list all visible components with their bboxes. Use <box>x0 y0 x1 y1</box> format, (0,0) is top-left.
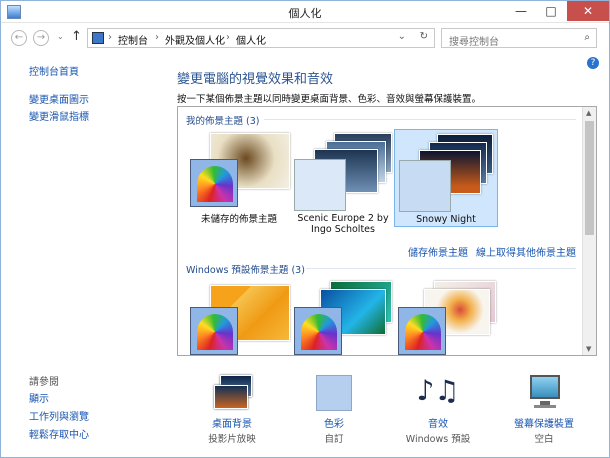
color-label: 色彩 <box>324 419 344 430</box>
color-value: 自訂 <box>324 434 344 445</box>
color-icon <box>312 373 356 413</box>
theme-list-scrollbar[interactable]: ▲ ▼ <box>582 107 596 355</box>
forward-button[interactable]: → <box>33 30 49 46</box>
title-bar: 個人化 — □ ✕ <box>1 1 609 23</box>
search-icon[interactable]: ⌕ <box>584 32 590 43</box>
page-title: 變更電腦的視覺效果和音效 <box>177 72 334 87</box>
color-swatch-icon <box>399 160 451 212</box>
theme-lines-and-colors[interactable] <box>290 279 396 355</box>
address-row: ← → ⌄ ↑ › 控制台 › 外觀及個人化 › 個人化 ⌄ ↻ 搜尋控制台 ⌕ <box>1 23 609 53</box>
color-swatch-icon <box>190 307 238 355</box>
get-more-themes-link[interactable]: 線上取得其他佈景主題 <box>476 244 576 259</box>
my-themes-header: 我的佈景主題 (3) <box>186 116 260 127</box>
sounds-label: 音效 <box>428 419 448 430</box>
search-input[interactable]: 搜尋控制台 <box>449 33 499 48</box>
refresh-icon[interactable]: ↻ <box>420 31 428 42</box>
scroll-up-icon[interactable]: ▲ <box>586 109 591 117</box>
sidebar-item-mouse-pointers[interactable]: 變更滑鼠指標 <box>29 108 89 123</box>
sidebar-home-link[interactable]: 控制台首頁 <box>29 63 79 78</box>
screen-saver-label: 螢幕保護裝置 <box>514 419 574 430</box>
breadcrumb-separator: › <box>155 32 159 43</box>
scroll-down-icon[interactable]: ▼ <box>586 345 591 353</box>
address-bar[interactable]: › 控制台 › 外觀及個人化 › 個人化 ⌄ ↻ <box>87 28 435 48</box>
color-swatch-icon <box>294 159 346 211</box>
customization-bar: 桌面背景 投影片放映 色彩 自訂 ♪♫ 音效 Windows 預設 螢幕保護裝置… <box>1 363 609 458</box>
screen-saver-value: 空白 <box>534 434 554 445</box>
control-panel-icon <box>92 32 104 44</box>
color-swatch-icon <box>190 159 238 207</box>
theme-name: 未儲存的佈景主題 <box>200 214 277 225</box>
search-box[interactable]: 搜尋控制台 ⌕ <box>441 28 597 48</box>
theme-scenic-europe[interactable]: Scenic Europe 2 by Ingo Scholtes <box>290 131 396 239</box>
sounds-value: Windows 預設 <box>405 434 471 445</box>
breadcrumb-separator: › <box>108 32 112 43</box>
breadcrumb-control-panel[interactable]: 控制台 <box>118 32 148 47</box>
window: 個人化 — □ ✕ ← → ⌄ ↑ › 控制台 › 外觀及個人化 › 個人化 ⌄… <box>0 0 610 458</box>
page-description: 按一下某個佈景主題以同時變更桌面背景、色彩、音效與螢幕保護裝置。 <box>177 94 482 105</box>
address-dropdown-icon[interactable]: ⌄ <box>398 31 406 42</box>
maximize-button[interactable]: □ <box>536 1 566 21</box>
close-button[interactable]: ✕ <box>567 1 609 21</box>
back-button[interactable]: ← <box>11 30 27 46</box>
breadcrumb-separator: › <box>226 32 230 43</box>
theme-unsaved[interactable]: 未儲存的佈景主題 <box>186 131 292 239</box>
windows-themes-header: Windows 預設佈景主題 (3) <box>186 265 305 276</box>
up-button[interactable]: ↑ <box>71 29 82 44</box>
theme-list: 我的佈景主題 (3) 未儲存的佈景主題 Scenic Europe 2 by I… <box>177 106 597 356</box>
desktop-background-value: 投影片放映 <box>208 434 256 445</box>
minimize-button[interactable]: — <box>506 1 536 21</box>
theme-snowy-night[interactable]: Snowy Night <box>394 129 498 227</box>
desktop-background-label: 桌面背景 <box>212 419 252 430</box>
color-swatch-icon <box>294 307 342 355</box>
sidebar-item-desktop-icons[interactable]: 變更桌面圖示 <box>29 91 89 106</box>
screen-saver-icon <box>522 373 566 413</box>
breadcrumb-appearance[interactable]: 外觀及個人化 <box>165 32 225 47</box>
theme-windows[interactable] <box>186 279 292 355</box>
music-notes-icon: ♪♫ <box>416 374 460 407</box>
theme-name: Scenic Europe 2 by Ingo Scholtes <box>297 213 389 235</box>
recent-locations-chevron-icon[interactable]: ⌄ <box>57 32 64 41</box>
desktop-background-icon <box>210 373 254 413</box>
scrollbar-thumb[interactable] <box>585 121 594 235</box>
color-swatch-icon <box>398 307 446 355</box>
help-icon[interactable]: ? <box>587 57 599 69</box>
theme-name: Snowy Night <box>416 214 476 225</box>
breadcrumb-personalization[interactable]: 個人化 <box>236 32 266 47</box>
theme-flowers[interactable] <box>394 279 500 355</box>
save-theme-link[interactable]: 儲存佈景主題 <box>408 244 468 259</box>
